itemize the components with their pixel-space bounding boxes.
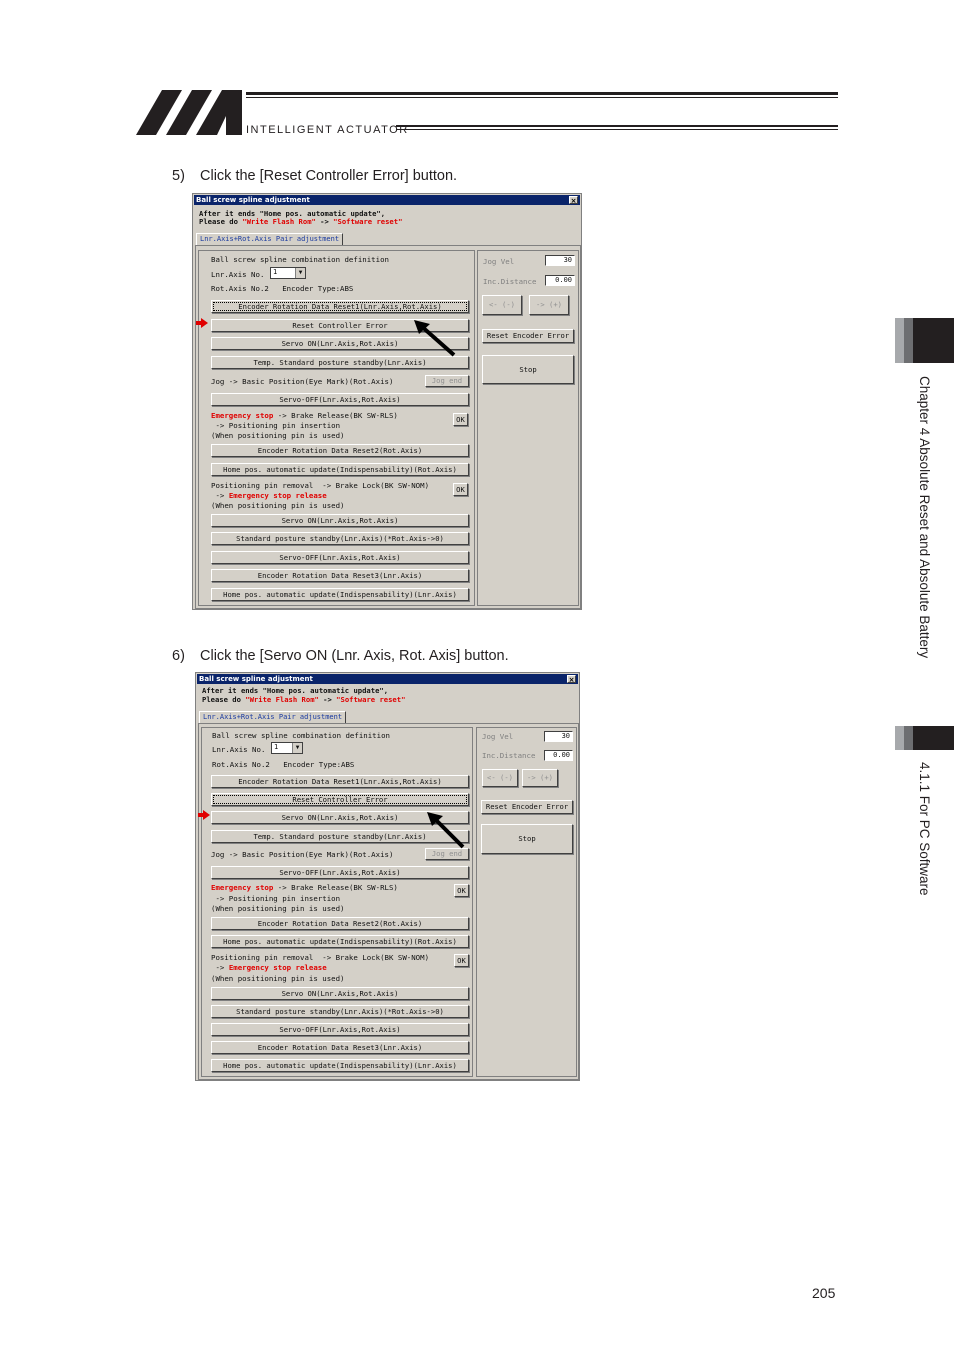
screenshot-window-2: Ball screw spline adjustment × After it …	[195, 672, 580, 1081]
red-arrow-marker-icon	[198, 810, 210, 820]
servo-off-button[interactable]: Servo-OFF(Lnr.Axis,Rot.Axis)	[211, 866, 469, 879]
lnr-axis-label: Lnr.Axis No.	[212, 745, 266, 754]
window-titlebar: Ball screw spline adjustment ×	[197, 674, 578, 684]
logo-subtitle: INTELLIGENT ACTUATOR	[246, 124, 409, 136]
step-number: 6)	[172, 648, 185, 664]
screenshot-window-1: Ball screw spline adjustment × After it …	[192, 193, 582, 610]
inc-distance-input[interactable]: 0.00	[545, 275, 575, 286]
sidebar-section-title: 4.1.1 For PC Software	[917, 762, 932, 896]
mouse-pointer-arrow-icon	[427, 812, 465, 849]
jog-basic-label: Jog -> Basic Position(Eye Mark)(Rot.Axis…	[211, 850, 394, 859]
pin-removal-line-1: Positioning pin removal -> Brake Lock(BK…	[211, 953, 430, 962]
encoder-reset1-button[interactable]: Encoder Rotation Data Reset1(Lnr.Axis,Ro…	[211, 300, 469, 313]
emergency-line-2: -> Positioning pin insertion	[211, 421, 341, 430]
jog-minus-button[interactable]: <- (-)	[482, 295, 522, 315]
stop-button[interactable]: Stop	[482, 355, 574, 384]
servo-off-button-2[interactable]: Servo-OFF(Lnr.Axis,Rot.Axis)	[211, 551, 469, 564]
tab-pair-adjustment[interactable]: Lnr.Axis+Rot.Axis Pair adjustment	[196, 233, 344, 245]
home-update-rot-button[interactable]: Home pos. automatic update(Indispensabil…	[211, 935, 469, 948]
jog-minus-button[interactable]: <- (-)	[482, 769, 518, 787]
ok-button[interactable]: OK	[453, 413, 468, 426]
notice-line-1: After it ends "Home pos. automatic updat…	[202, 686, 389, 695]
pin-removal-line-2: -> Emergency stop release	[211, 963, 327, 972]
jog-plus-button[interactable]: -> (+)	[522, 769, 558, 787]
window-title: Ball screw spline adjustment	[196, 196, 310, 204]
notice-line-2: Please do "Write Flash Rom" -> "Software…	[202, 695, 406, 704]
jog-vel-label: Jog Vel	[482, 732, 514, 741]
close-icon[interactable]: ×	[569, 196, 578, 205]
emergency-line-1: Emergency stop -> Brake Release(BK SW-RL…	[211, 883, 398, 892]
ok-button-2[interactable]: OK	[453, 483, 468, 496]
red-arrow-marker-icon	[196, 318, 208, 328]
close-icon[interactable]: ×	[567, 675, 576, 684]
encoder-reset1-button[interactable]: Encoder Rotation Data Reset1(Lnr.Axis,Ro…	[211, 775, 469, 788]
chevron-down-icon: ▼	[295, 268, 305, 278]
lnr-axis-label: Lnr.Axis No.	[211, 270, 265, 279]
emergency-line-3: (When positioning pin is used)	[211, 904, 345, 913]
home-update-lnr-button[interactable]: Home pos. automatic update(Indispensabil…	[211, 588, 469, 601]
encoder-reset2-button[interactable]: Encoder Rotation Data Reset2(Rot.Axis)	[211, 917, 469, 930]
servo-on-button-2[interactable]: Servo ON(Lnr.Axis,Rot.Axis)	[211, 514, 469, 527]
notice-line-2: Please do "Write Flash Rom" -> "Software…	[199, 217, 403, 226]
mouse-pointer-arrow-icon	[414, 320, 456, 357]
ia-logo-icon	[136, 90, 242, 135]
pin-removal-line-3: (When positioning pin is used)	[211, 974, 345, 983]
home-update-rot-button[interactable]: Home pos. automatic update(Indispensabil…	[211, 463, 469, 476]
step-number: 5)	[172, 168, 185, 184]
ok-button[interactable]: OK	[454, 884, 469, 897]
definition-title: Ball screw spline combination definition	[211, 255, 389, 264]
emergency-line-1: Emergency stop -> Brake Release(BK SW-RL…	[211, 411, 398, 420]
window-title: Ball screw spline adjustment	[199, 675, 313, 683]
sidebar-chapter-tab	[895, 318, 954, 363]
encoder-reset2-button[interactable]: Encoder Rotation Data Reset2(Rot.Axis)	[211, 444, 469, 457]
jog-plus-button[interactable]: -> (+)	[529, 295, 569, 315]
sidebar-chapter-title: Chapter 4 Absolute Reset and Absolute Ba…	[917, 376, 932, 659]
stop-button[interactable]: Stop	[481, 824, 573, 854]
step-text: Click the [Servo ON (Lnr. Axis, Rot. Axi…	[200, 648, 509, 664]
emergency-line-2: -> Positioning pin insertion	[211, 894, 341, 903]
rot-axis-label: Rot.Axis No.2 Encoder Type:ABS	[211, 284, 354, 293]
jog-end-button[interactable]: Jog end	[425, 375, 469, 387]
reset-encoder-error-button[interactable]: Reset Encoder Error	[482, 329, 574, 343]
window-titlebar: Ball screw spline adjustment ×	[194, 195, 580, 205]
step-5-instruction: 5) Click the [Reset Controller Error] but…	[172, 168, 457, 184]
pin-removal-line-1: Positioning pin removal -> Brake Lock(BK…	[211, 481, 430, 490]
step-text: Click the [Reset Controller Error] butto…	[200, 168, 458, 184]
header-rule-mid	[246, 97, 838, 98]
tab-pair-adjustment[interactable]: Lnr.Axis+Rot.Axis Pair adjustment	[199, 711, 347, 723]
definition-title: Ball screw spline combination definition	[212, 731, 390, 740]
step-6-instruction: 6) Click the [Servo ON (Lnr. Axis, Rot. A…	[172, 648, 509, 664]
encoder-reset3-button[interactable]: Encoder Rotation Data Reset3(Lnr.Axis)	[211, 569, 469, 582]
rot-axis-label: Rot.Axis No.2 Encoder Type:ABS	[212, 760, 355, 769]
lnr-axis-select[interactable]: 1 ▼	[271, 742, 303, 754]
header-rule-top	[246, 92, 838, 95]
servo-on-button-2[interactable]: Servo ON(Lnr.Axis,Rot.Axis)	[211, 987, 469, 1000]
header-rule-bottom	[396, 129, 838, 130]
servo-off-button-2[interactable]: Servo-OFF(Lnr.Axis,Rot.Axis)	[211, 1023, 469, 1036]
inc-distance-label: Inc.Distance	[482, 751, 536, 760]
encoder-reset3-button[interactable]: Encoder Rotation Data Reset3(Lnr.Axis)	[211, 1041, 469, 1054]
home-update-lnr-button[interactable]: Home pos. automatic update(Indispensabil…	[211, 1059, 469, 1072]
reset-encoder-error-button[interactable]: Reset Encoder Error	[481, 800, 573, 814]
ok-button-2[interactable]: OK	[454, 954, 469, 967]
jog-vel-input[interactable]: 30	[544, 731, 573, 742]
page-number: 205	[812, 1285, 836, 1301]
pin-removal-line-2: -> Emergency stop release	[211, 491, 327, 500]
sidebar-section-tab	[895, 726, 954, 750]
header-rule-low	[396, 125, 838, 127]
chevron-down-icon: ▼	[292, 743, 302, 753]
pin-removal-line-3: (When positioning pin is used)	[211, 501, 345, 510]
jog-basic-label: Jog -> Basic Position(Eye Mark)(Rot.Axis…	[211, 377, 394, 386]
jog-vel-label: Jog Vel	[483, 257, 515, 266]
servo-off-button[interactable]: Servo-OFF(Lnr.Axis,Rot.Axis)	[211, 393, 469, 406]
standard-standby-button[interactable]: Standard posture standby(Lnr.Axis)(*Rot.…	[211, 1005, 469, 1018]
emergency-line-3: (When positioning pin is used)	[211, 431, 345, 440]
reset-controller-error-button[interactable]: Reset Controller Error	[211, 793, 469, 806]
lnr-axis-select[interactable]: 1 ▼	[270, 267, 306, 279]
jog-vel-input[interactable]: 30	[545, 255, 575, 266]
standard-standby-button[interactable]: Standard posture standby(Lnr.Axis)(*Rot.…	[211, 532, 469, 545]
inc-distance-label: Inc.Distance	[483, 277, 537, 286]
inc-distance-input[interactable]: 0.00	[544, 750, 573, 761]
